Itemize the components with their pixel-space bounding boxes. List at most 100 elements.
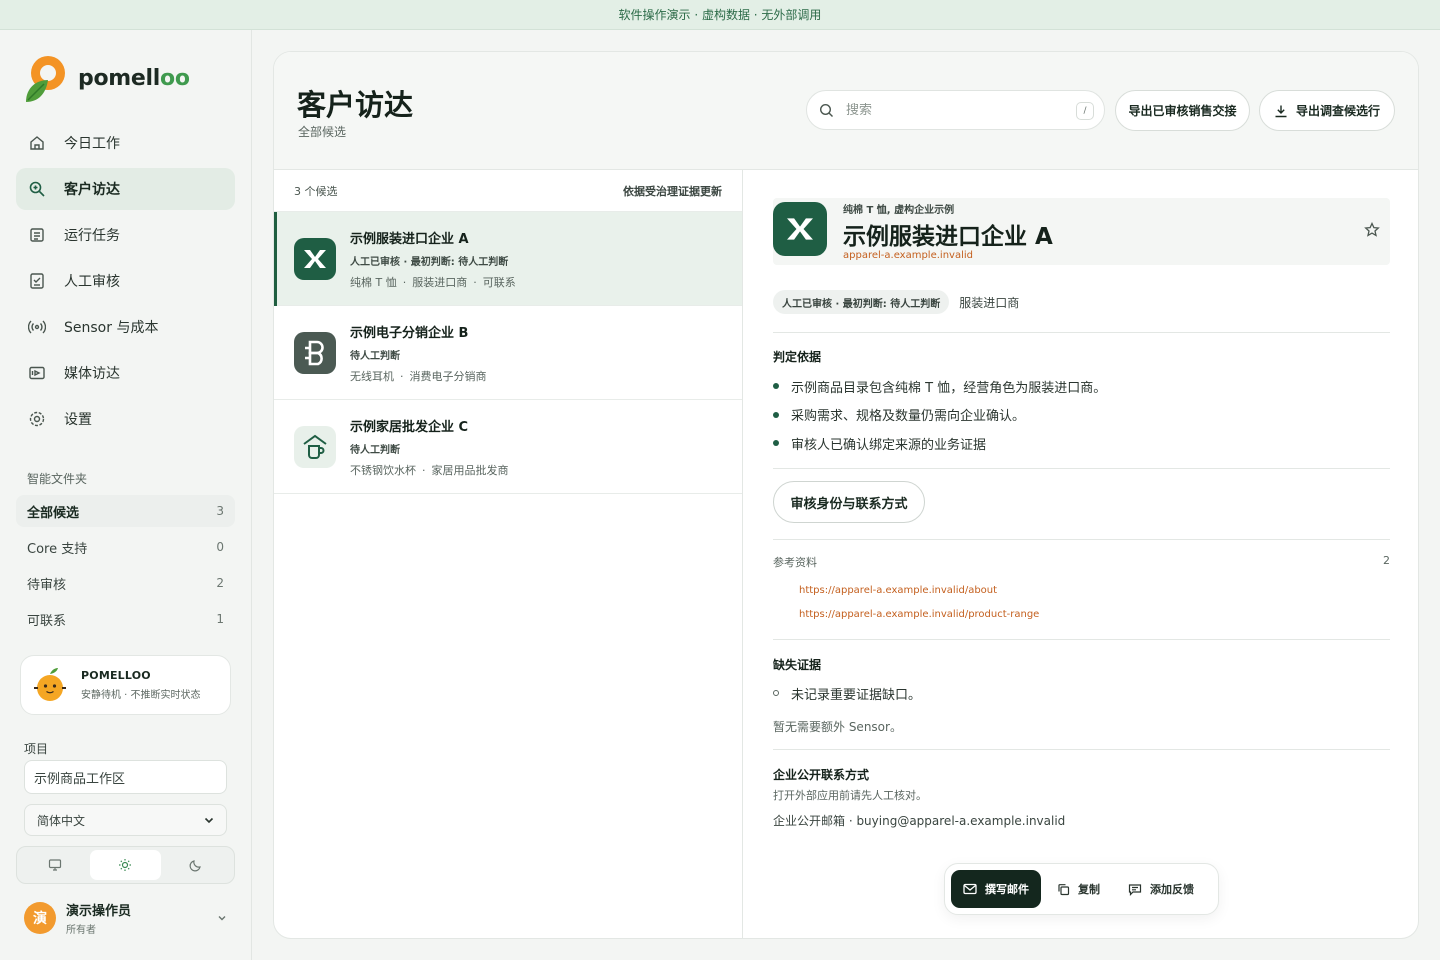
folder-count: 3 xyxy=(216,504,224,518)
list-icon xyxy=(30,228,44,242)
language-select[interactable]: 简体中文 xyxy=(24,804,227,836)
nav-item-media-finder[interactable]: 媒体访达 xyxy=(16,352,235,394)
assistant-status: 安静待机 · 不推断实时状态 xyxy=(81,690,201,701)
user-menu[interactable]: 演 演示操作员 所有者 xyxy=(24,900,227,936)
nav-item-label: 客户访达 xyxy=(64,182,120,198)
pomelloo-logo-icon xyxy=(26,56,65,102)
main-nav: 今日工作 客户访达 运行任务 人工审核 Sensor 与成本 媒体访达 设置 xyxy=(16,122,235,444)
monitor-icon xyxy=(49,859,62,871)
excel-logo-icon xyxy=(294,237,336,280)
mail-icon xyxy=(963,883,977,895)
divider xyxy=(773,749,1390,750)
theme-light-button[interactable] xyxy=(90,850,161,880)
divider xyxy=(773,468,1390,469)
missing-evidence-list: 未记录重要证据缺口。 xyxy=(773,679,1390,708)
nav-item-customer-finder[interactable]: 客户访达 xyxy=(16,168,235,210)
list-item: 审核人已确认绑定来源的业务证据 xyxy=(773,429,1390,458)
download-icon xyxy=(1275,105,1287,117)
export-survey-candidates-button[interactable]: 导出调查候选行 xyxy=(1259,90,1395,131)
candidate-count: 3 个候选 xyxy=(294,184,338,198)
folder-all-candidates[interactable]: 全部候选 3 xyxy=(16,495,235,527)
divider xyxy=(773,639,1390,640)
nav-item-label: Sensor 与成本 xyxy=(64,320,159,336)
project-label: 项目 xyxy=(24,742,49,756)
search-input[interactable] xyxy=(846,102,1056,118)
theme-system-button[interactable] xyxy=(20,850,90,880)
brand-logo[interactable]: pomelloo xyxy=(24,52,190,104)
reference-link[interactable]: https://apparel-a.example.invalid/produc… xyxy=(799,609,1039,620)
search-icon xyxy=(819,103,833,117)
candidate-row-b[interactable]: 示例电子分销企业 B 待人工判断 无线耳机 · 消费电子分销商 xyxy=(274,306,742,400)
sidebar: pomelloo 今日工作 客户访达 运行任务 人工审核 Sensor 与成本 … xyxy=(0,30,252,960)
excel-logo-icon xyxy=(773,202,827,256)
sun-icon xyxy=(119,859,132,871)
nav-item-label: 设置 xyxy=(64,412,92,428)
candidate-row-a[interactable]: 示例服装进口企业 A 人工已审核 · 最初判断: 待人工判断 纯棉 T 恤 · 服装… xyxy=(274,212,742,306)
nav-item-tasks[interactable]: 运行任务 xyxy=(16,214,235,256)
row-tags: 无线耳机 · 消费电子分销商 xyxy=(350,369,487,383)
folder-contactable[interactable]: 可联系 1 xyxy=(16,603,235,635)
chevron-down-icon xyxy=(218,916,226,921)
folder-label: 可联系 xyxy=(27,613,67,629)
compose-email-button[interactable]: 撰写邮件 xyxy=(951,870,1041,908)
nav-item-label: 媒体访达 xyxy=(64,366,120,382)
user-role: 所有者 xyxy=(66,925,96,936)
home-icon xyxy=(30,136,44,150)
button-label: 导出调查候选行 xyxy=(1295,104,1380,118)
add-feedback-button[interactable]: 添加反馈 xyxy=(1116,870,1206,908)
assistant-name: POMELLOO xyxy=(81,669,151,682)
detail-title: 示例服装进口企业 A xyxy=(843,224,1053,250)
nav-item-settings[interactable]: 设置 xyxy=(16,398,235,440)
page-title: 客户访达 xyxy=(297,88,414,122)
row-status: 待人工判断 xyxy=(350,350,400,362)
folder-label: 全部候选 xyxy=(27,505,80,521)
media-icon xyxy=(29,366,45,380)
button-label: 导出已审核销售交接 xyxy=(1128,104,1237,118)
radar-icon xyxy=(28,320,46,334)
missing-evidence-title: 缺失证据 xyxy=(773,658,822,672)
nav-item-today[interactable]: 今日工作 xyxy=(16,122,235,164)
avatar: 演 xyxy=(24,902,56,934)
reference-link[interactable]: https://apparel-a.example.invalid/about xyxy=(799,585,997,596)
candidate-row-c[interactable]: 示例家居批发企业 C 待人工判断 不锈钢饮水杯 · 家居用品批发商 xyxy=(274,400,742,494)
orange-mascot-icon xyxy=(34,668,66,701)
basis-title: 判定依据 xyxy=(773,350,822,364)
search-shortcut: / xyxy=(1076,102,1094,120)
divider xyxy=(773,539,1390,540)
status-badge: 人工已审核 · 最初判断: 待人工判断 xyxy=(773,290,950,314)
detail-header: 纯棉 T 恤, 虚构企业示例 示例服装进口企业 A apparel-a.exam… xyxy=(773,198,1390,265)
folder-count: 1 xyxy=(216,612,224,626)
page-header: 客户访达 全部候选 / 导出已审核销售交接 导出调查候选行 xyxy=(274,52,1418,170)
chevron-down-icon xyxy=(204,817,214,824)
gear-icon xyxy=(29,411,45,427)
detail-kicker: 纯棉 T 恤, 虚构企业示例 xyxy=(843,205,955,216)
export-reviewed-handoff-button[interactable]: 导出已审核销售交接 xyxy=(1115,90,1250,131)
review-identity-contact-button[interactable]: 审核身份与联系方式 xyxy=(773,481,925,523)
nav-item-sensor-cost[interactable]: Sensor 与成本 xyxy=(16,306,235,348)
copy-button[interactable]: 复制 xyxy=(1045,870,1112,908)
star-icon[interactable] xyxy=(1364,222,1380,238)
row-tags: 纯棉 T 恤 · 服装进口商 · 可联系 xyxy=(350,275,516,289)
detail-badges: 人工已审核 · 最初判断: 待人工判断 服装进口商 xyxy=(773,290,1019,314)
references-title: 参考资料 xyxy=(773,556,817,569)
demo-banner: 软件操作演示 · 虚构数据 · 无外部调用 xyxy=(0,0,1440,30)
button-label: 复制 xyxy=(1078,883,1100,896)
folder-core-support[interactable]: Core 支持 0 xyxy=(16,531,235,563)
sort-label[interactable]: 依据受治理证据更新 xyxy=(623,183,722,199)
button-label: 添加反馈 xyxy=(1150,883,1194,896)
checklist-icon xyxy=(30,273,44,289)
detail-domain-link[interactable]: apparel-a.example.invalid xyxy=(843,250,973,261)
folder-label: Core 支持 xyxy=(27,541,88,557)
search-box[interactable]: / xyxy=(806,90,1105,130)
project-input[interactable] xyxy=(24,760,227,794)
assistant-card[interactable]: POMELLOO 安静待机 · 不推断实时状态 xyxy=(20,655,231,715)
public-contact-title: 企业公开联系方式 xyxy=(773,768,870,782)
user-name: 演示操作员 xyxy=(66,904,132,919)
folder-pending-review[interactable]: 待审核 2 xyxy=(16,567,235,599)
comment-icon xyxy=(1128,883,1142,896)
nav-item-review[interactable]: 人工审核 xyxy=(16,260,235,302)
list-item: 采购需求、规格及数量仍需向企业确认。 xyxy=(773,401,1390,430)
theme-dark-button[interactable] xyxy=(161,850,231,880)
contact-email[interactable]: 企业公开邮箱 · buying@apparel-a.example.invali… xyxy=(773,812,1065,829)
sensor-note: 暂无需要额外 Sensor。 xyxy=(773,720,902,734)
